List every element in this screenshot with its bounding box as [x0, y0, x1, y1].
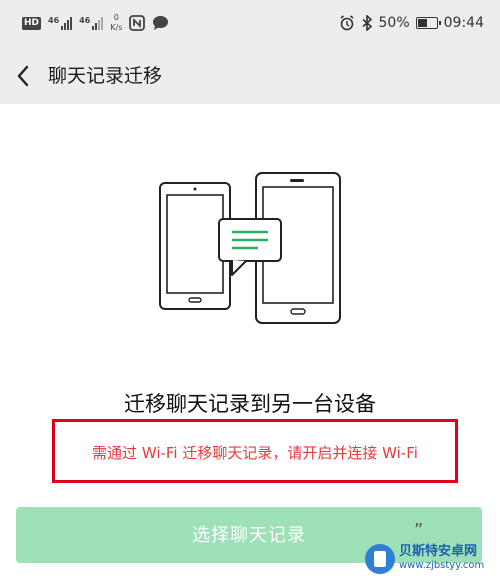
- watermark-text: 贝斯特安卓网 www.zjbstyy.com: [399, 545, 484, 573]
- signal-icon: 46: [48, 15, 73, 30]
- button-overlay-mark: ”: [414, 520, 424, 541]
- device-migration-illustration: [159, 172, 341, 324]
- nav-bar: 聊天记录迁移: [0, 48, 500, 104]
- wifi-warning-text: 需通过 Wi-Fi 迁移聊天记录，请开启并连接 Wi-Fi: [92, 444, 418, 462]
- status-right: 50% 09:44: [339, 10, 484, 36]
- battery-icon: [415, 17, 441, 29]
- status-bar: HD 46 46 0 K/s 50% 09:44: [0, 0, 500, 48]
- nfc-icon: [129, 15, 146, 31]
- watermark-name: 贝斯特安卓网: [399, 544, 478, 559]
- back-arrow-icon[interactable]: [12, 62, 36, 90]
- network-speed: 0 K/s: [110, 13, 122, 33]
- status-left: HD 46 46 0 K/s: [22, 10, 169, 36]
- hd-badge: HD: [22, 16, 42, 30]
- speed-unit: K/s: [110, 23, 123, 32]
- site-watermark: 贝斯特安卓网 www.zjbstyy.com: [365, 540, 497, 578]
- battery-percent: 50%: [378, 15, 410, 31]
- wifi-warning-highlight: 需通过 Wi-Fi 迁移聊天记录，请开启并连接 Wi-Fi: [52, 419, 458, 483]
- alarm-icon: [340, 15, 354, 31]
- network-type-label: 46: [48, 15, 60, 25]
- bluetooth-icon: [361, 15, 372, 31]
- watermark-logo-icon: [365, 544, 395, 574]
- speed-value: 0: [113, 13, 119, 22]
- page-title: 聊天记录迁移: [48, 65, 163, 87]
- migration-headline: 迁移聊天记录到另一台设备: [124, 392, 376, 416]
- message-icon: [153, 16, 169, 30]
- network-type-label: 46: [79, 15, 91, 25]
- clock: 09:44: [443, 15, 484, 31]
- signal-icon: 46: [79, 15, 104, 30]
- watermark-url: www.zjbstyy.com: [399, 560, 485, 571]
